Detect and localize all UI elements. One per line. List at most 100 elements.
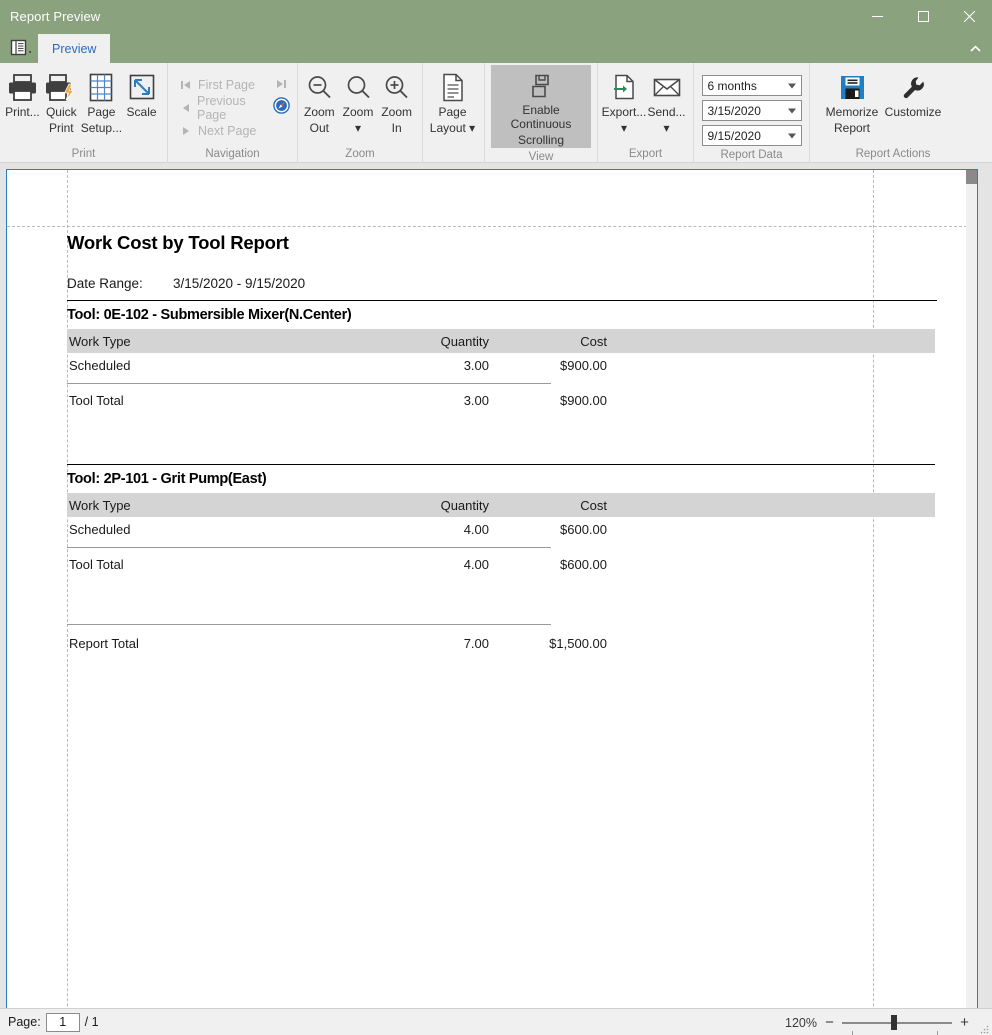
preview-area: Work Cost by Tool Report Date Range: 3/1… bbox=[0, 163, 992, 1008]
zoom-in-stepper[interactable]: + bbox=[959, 1015, 970, 1030]
continuous-scroll-icon bbox=[528, 71, 554, 101]
tool-total-cost: $900.00 bbox=[560, 393, 607, 408]
maximize-button[interactable] bbox=[900, 0, 946, 32]
zoom-slider-tick bbox=[852, 1030, 853, 1035]
tab-strip: Preview bbox=[0, 32, 992, 63]
next-page-icon bbox=[180, 126, 192, 136]
ribbon-group-page-layout: Page Layout ▾ bbox=[423, 63, 485, 163]
subtotal-rule bbox=[67, 383, 551, 384]
zoom-icon bbox=[345, 70, 372, 104]
chevron-down-icon bbox=[787, 133, 796, 138]
enable-continuous-scrolling-toggle[interactable]: Enable Continuous Scrolling bbox=[491, 65, 591, 148]
chevron-down-icon bbox=[787, 83, 796, 88]
ribbon-group-navigation-label: Navigation bbox=[205, 148, 260, 160]
printer-icon bbox=[7, 70, 38, 104]
page-layout-button[interactable]: Page Layout ▾ bbox=[427, 67, 478, 135]
zoom-in-icon bbox=[383, 70, 410, 104]
ribbon-group-view: Enable Continuous Scrolling View bbox=[485, 63, 598, 163]
tool-table: Work Type Quantity Cost Scheduled 4.00 $… bbox=[67, 493, 935, 542]
start-date-select[interactable]: 3/15/2020 bbox=[701, 100, 802, 121]
zoom-controls: 120% − + bbox=[785, 1009, 970, 1035]
print-button-label: Print... bbox=[5, 105, 40, 119]
continuous-scrolling-label-1: Enable Continuous bbox=[510, 103, 572, 131]
zoom-dropdown-label-1: Zoom bbox=[342, 105, 374, 119]
page-number-input[interactable] bbox=[45, 1012, 80, 1032]
report-title: Work Cost by Tool Report bbox=[67, 232, 289, 253]
zoom-in-button[interactable]: Zoom In bbox=[377, 67, 416, 135]
scale-arrow-icon bbox=[128, 70, 156, 104]
zoom-slider-tick bbox=[937, 1030, 938, 1035]
zoom-in-label-2: In bbox=[391, 120, 402, 135]
zoom-in-label-1: Zoom bbox=[381, 105, 413, 119]
page-setup-button[interactable]: Page Setup... bbox=[81, 67, 122, 135]
send-label-1: Send... bbox=[647, 105, 686, 119]
close-button[interactable] bbox=[946, 0, 992, 32]
next-page-label: Next Page bbox=[198, 123, 257, 138]
zoom-slider-thumb[interactable] bbox=[891, 1015, 897, 1030]
report-total-cost: $1,500.00 bbox=[549, 636, 607, 651]
status-bar: Page: / 1 120% − + bbox=[0, 1008, 992, 1035]
tool-section-heading: Tool: 2P-101 - Grit Pump(East) bbox=[67, 471, 267, 487]
zoom-out-stepper[interactable]: − bbox=[824, 1015, 835, 1030]
page-total-label: / 1 bbox=[84, 1015, 99, 1029]
cell-cost: $900.00 bbox=[560, 358, 607, 373]
last-page-button[interactable] bbox=[276, 73, 287, 96]
export-icon bbox=[612, 70, 637, 104]
date-range-value: 3/15/2020 - 9/15/2020 bbox=[173, 276, 306, 291]
cell-cost: $600.00 bbox=[560, 522, 607, 537]
ribbon-toolbar: Print... Quick Print Page Setup... Scale… bbox=[0, 63, 992, 163]
end-date-select[interactable]: 9/15/2020 bbox=[701, 125, 802, 146]
zoom-percent-label: 120% bbox=[785, 1015, 817, 1030]
cell-quantity: 4.00 bbox=[463, 522, 489, 537]
column-header-cost: Cost bbox=[489, 493, 607, 517]
print-button[interactable]: Print... bbox=[3, 67, 42, 135]
subtotal-rule bbox=[67, 547, 551, 548]
column-header-pad bbox=[607, 493, 935, 517]
first-page-icon bbox=[180, 80, 192, 90]
page-layout-label-1: Page bbox=[438, 105, 467, 119]
zoom-dropdown-button[interactable]: Zoom ▾ bbox=[339, 67, 378, 135]
minimize-button[interactable] bbox=[854, 0, 900, 32]
chevron-up-icon[interactable] bbox=[966, 39, 984, 57]
send-label-2: ▾ bbox=[663, 120, 670, 135]
tool-total-table: Tool Total 4.00 $600.00 bbox=[67, 552, 935, 577]
multiple-pages-button[interactable] bbox=[272, 96, 290, 119]
tool-table: Work Type Quantity Cost Scheduled 3.00 $… bbox=[67, 329, 935, 378]
floppy-disk-icon bbox=[839, 70, 866, 104]
page-setup-label-1: Page bbox=[87, 105, 116, 119]
report-menu-icon[interactable] bbox=[0, 32, 38, 63]
next-page-button[interactable]: Next Page bbox=[176, 119, 272, 142]
table-row: Scheduled 4.00 $600.00 bbox=[67, 517, 935, 542]
report-total-table: Report Total 7.00 $1,500.00 bbox=[67, 631, 935, 656]
column-header-pad bbox=[607, 329, 935, 353]
send-button[interactable]: Send... ▾ bbox=[646, 67, 687, 135]
column-header-quantity: Quantity bbox=[367, 493, 489, 517]
memorize-report-button[interactable]: Memorize Report bbox=[822, 67, 882, 135]
resize-grip-icon[interactable] bbox=[979, 1022, 989, 1034]
customize-button[interactable]: Customize bbox=[882, 67, 944, 135]
zoom-out-label-1: Zoom bbox=[303, 105, 335, 119]
ribbon-group-zoom: Zoom Out Zoom ▾ Zoom In Zoom bbox=[298, 63, 423, 163]
quick-print-button[interactable]: Quick Print bbox=[42, 67, 81, 135]
ribbon-group-zoom-label: Zoom bbox=[345, 148, 375, 160]
memorize-report-label-2: Report bbox=[833, 120, 871, 135]
zoom-dropdown-label-2: ▾ bbox=[354, 120, 362, 135]
vertical-scrollbar[interactable] bbox=[966, 170, 977, 1008]
scale-button[interactable]: Scale bbox=[122, 67, 161, 135]
envelope-icon bbox=[653, 70, 681, 104]
table-header-row: Work Type Quantity Cost bbox=[67, 329, 935, 353]
report-content: Work Cost by Tool Report Date Range: 3/1… bbox=[67, 232, 937, 656]
previous-page-button[interactable]: Previous Page bbox=[176, 94, 272, 122]
export-button[interactable]: Export... ▾ bbox=[602, 67, 646, 135]
start-date-select-value: 3/15/2020 bbox=[707, 103, 761, 118]
window-title: Report Preview bbox=[10, 8, 101, 24]
period-select[interactable]: 6 months bbox=[701, 75, 802, 96]
tab-preview[interactable]: Preview bbox=[38, 34, 111, 63]
scrollbar-thumb[interactable] bbox=[966, 170, 977, 184]
report-total-label: Report Total bbox=[69, 636, 139, 651]
column-header-work-type: Work Type bbox=[67, 493, 367, 517]
continuous-scrolling-label-2: Scrolling bbox=[517, 133, 565, 147]
zoom-out-button[interactable]: Zoom Out bbox=[300, 67, 339, 135]
zoom-slider[interactable] bbox=[842, 1015, 952, 1035]
